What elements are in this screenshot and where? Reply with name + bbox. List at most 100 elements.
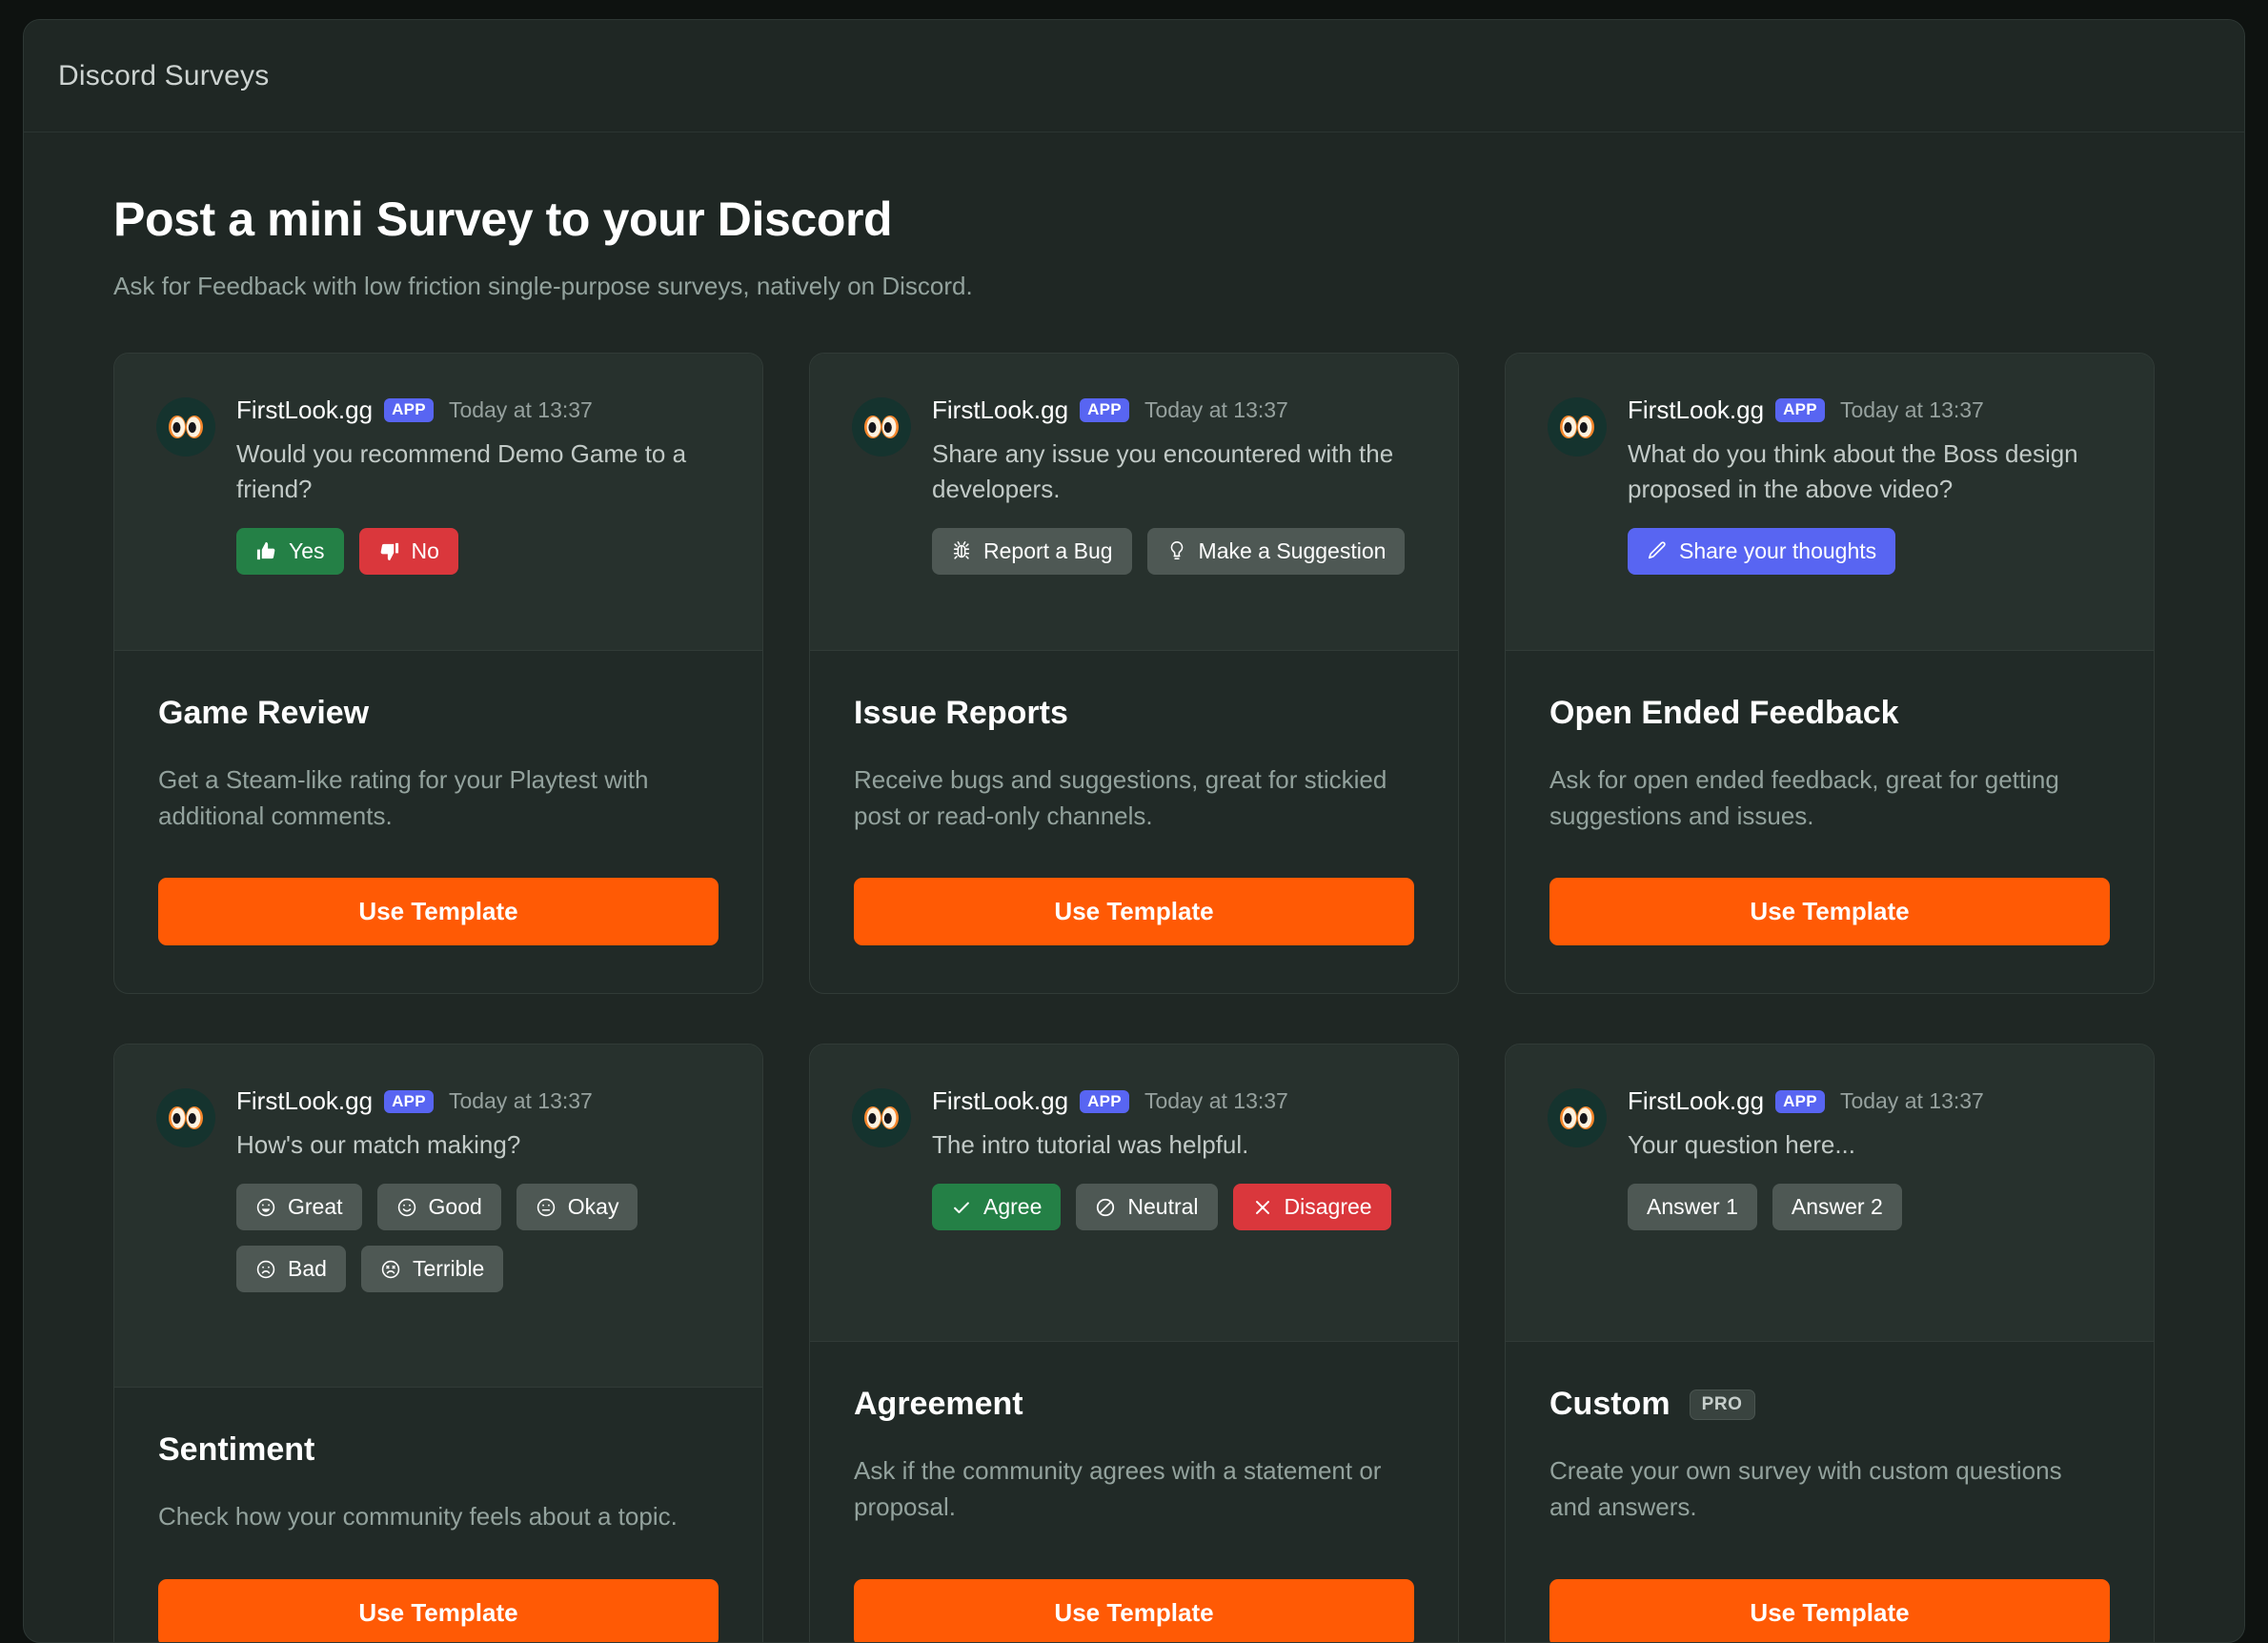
survey-option-make-a-suggestion[interactable]: Make a Suggestion	[1147, 528, 1406, 575]
survey-question: What do you think about the Boss design …	[1628, 436, 2112, 507]
discord-message-preview: FirstLook.ggAPPToday at 13:37 How's our m…	[114, 1045, 762, 1388]
face-dizzy-icon	[380, 1259, 401, 1280]
use-template-button[interactable]: Use Template	[1549, 1579, 2110, 1643]
message-header: FirstLook.ggAPPToday at 13:37	[932, 396, 1416, 425]
card-title-row: Game Review	[158, 695, 719, 732]
survey-option-answer-2[interactable]: Answer 2	[1772, 1184, 1902, 1230]
survey-option-label: Terrible	[413, 1258, 484, 1280]
template-card-game-review: FirstLook.ggAPPToday at 13:37Would you r…	[113, 353, 763, 994]
survey-option-label: Answer 1	[1647, 1196, 1738, 1218]
survey-options: Great Good Okay Bad Terrible	[236, 1184, 720, 1292]
message-header: FirstLook.ggAPPToday at 13:37	[1628, 396, 2112, 425]
card-title: Game Review	[158, 695, 369, 732]
pencil-icon	[1647, 540, 1668, 561]
card-body: Issue ReportsReceive bugs and suggestion…	[810, 651, 1458, 993]
survey-option-neutral[interactable]: Neutral	[1076, 1184, 1217, 1230]
discord-message: FirstLook.ggAPPToday at 13:37The intro t…	[852, 1086, 1416, 1230]
message-timestamp: Today at 13:37	[449, 397, 593, 423]
survey-option-yes[interactable]: Yes	[236, 528, 344, 575]
card-body: Game Review Get a Steam-like rating for y…	[114, 651, 762, 993]
card-body: Open Ended FeedbackAsk for open ended fe…	[1506, 651, 2154, 993]
face-frown-icon	[255, 1259, 276, 1280]
template-card-sentiment: FirstLook.ggAPPToday at 13:37 How's our m…	[113, 1044, 763, 1643]
card-title-row: Issue Reports	[854, 695, 1414, 732]
card-body: SentimentCheck how your community feels …	[114, 1388, 762, 1643]
discord-message-preview: FirstLook.ggAPPToday at 13:37 What do you…	[1506, 354, 2154, 651]
app-badge: APP	[1080, 398, 1129, 422]
template-card-agreement: FirstLook.ggAPPToday at 13:37The intro t…	[809, 1044, 1459, 1643]
app-badge: APP	[384, 1090, 434, 1114]
face-neutral-icon	[536, 1197, 557, 1218]
survey-option-great[interactable]: Great	[236, 1184, 362, 1230]
card-title-row: CustomPRO	[1549, 1386, 2110, 1423]
survey-option-label: Agree	[983, 1196, 1042, 1218]
template-card-grid: FirstLook.ggAPPToday at 13:37Would you r…	[113, 353, 2155, 1643]
message-header: FirstLook.ggAPPToday at 13:37	[236, 1086, 720, 1116]
circle-slash-icon	[1095, 1197, 1116, 1218]
card-description: Get a Steam-like rating for your Playtes…	[158, 762, 719, 834]
card-description: Ask if the community agrees with a state…	[854, 1453, 1414, 1525]
survey-question: Would you recommend Demo Game to a frien…	[236, 436, 720, 507]
message-author: FirstLook.gg	[1628, 1086, 1764, 1116]
app-badge: APP	[384, 398, 434, 422]
survey-option-label: Bad	[288, 1258, 327, 1280]
lightbulb-icon	[1166, 540, 1187, 561]
message-header: FirstLook.ggAPPToday at 13:37	[236, 396, 720, 425]
use-template-button[interactable]: Use Template	[854, 1579, 1414, 1643]
survey-options: Answer 1 Answer 2	[1628, 1184, 2112, 1230]
survey-option-agree[interactable]: Agree	[932, 1184, 1061, 1230]
face-grin-icon	[255, 1197, 276, 1218]
survey-option-answer-1[interactable]: Answer 1	[1628, 1184, 1757, 1230]
discord-message-preview: FirstLook.ggAPPToday at 13:37Share any i…	[810, 354, 1458, 651]
survey-option-okay[interactable]: Okay	[516, 1184, 638, 1230]
thumbs-up-icon	[255, 540, 277, 562]
survey-option-label: Share your thoughts	[1679, 540, 1876, 562]
avatar	[156, 1088, 215, 1147]
survey-option-label: Make a Suggestion	[1199, 540, 1387, 562]
pro-badge: PRO	[1690, 1389, 1755, 1420]
survey-option-label: Okay	[568, 1196, 619, 1218]
survey-option-bad[interactable]: Bad	[236, 1246, 346, 1292]
bug-icon	[951, 540, 972, 561]
survey-option-label: Answer 2	[1792, 1196, 1883, 1218]
discord-message: FirstLook.ggAPPToday at 13:37 How's our m…	[156, 1086, 720, 1292]
use-template-button[interactable]: Use Template	[1549, 878, 2110, 945]
discord-message: FirstLook.ggAPPToday at 13:37 What do you…	[1548, 396, 2112, 575]
card-description: Check how your community feels about a t…	[158, 1499, 719, 1535]
survey-question: The intro tutorial was helpful.	[932, 1127, 1416, 1163]
card-body: CustomPROCreate your own survey with cus…	[1506, 1342, 2154, 1643]
survey-option-no[interactable]: No	[359, 528, 458, 575]
avatar	[156, 397, 215, 456]
message-author: FirstLook.gg	[932, 396, 1068, 425]
page-title: Post a mini Survey to your Discord	[113, 192, 2155, 247]
survey-option-report-a-bug[interactable]: Report a Bug	[932, 528, 1132, 575]
app-header: Discord Surveys	[24, 20, 2244, 132]
avatar	[1548, 397, 1607, 456]
x-icon	[1252, 1197, 1273, 1218]
survey-option-disagree[interactable]: Disagree	[1233, 1184, 1391, 1230]
use-template-button[interactable]: Use Template	[158, 1579, 719, 1643]
use-template-button[interactable]: Use Template	[158, 878, 719, 945]
survey-option-share-your-thoughts[interactable]: Share your thoughts	[1628, 528, 1895, 575]
avatar	[1548, 1088, 1607, 1147]
check-icon	[951, 1197, 972, 1218]
template-card-open-ended-feedback: FirstLook.ggAPPToday at 13:37 What do you…	[1505, 353, 2155, 994]
message-timestamp: Today at 13:37	[1840, 1088, 1984, 1114]
card-title: Open Ended Feedback	[1549, 695, 1899, 732]
template-card-custom: FirstLook.ggAPPToday at 13:37Your questi…	[1505, 1044, 2155, 1643]
discord-message-preview: FirstLook.ggAPPToday at 13:37Your questi…	[1506, 1045, 2154, 1342]
survey-option-good[interactable]: Good	[377, 1184, 501, 1230]
survey-option-terrible[interactable]: Terrible	[361, 1246, 503, 1292]
survey-option-label: Disagree	[1285, 1196, 1372, 1218]
survey-question: How's our match making?	[236, 1127, 720, 1163]
app-badge: APP	[1080, 1090, 1129, 1114]
message-timestamp: Today at 13:37	[1840, 397, 1984, 423]
thumbs-down-icon	[378, 540, 400, 562]
survey-option-label: No	[412, 540, 439, 562]
message-author: FirstLook.gg	[932, 1086, 1068, 1116]
survey-options: Agree Neutral Disagree	[932, 1184, 1416, 1230]
use-template-button[interactable]: Use Template	[854, 878, 1414, 945]
avatar	[852, 1088, 911, 1147]
page-subtitle: Ask for Feedback with low friction singl…	[113, 272, 2155, 301]
survey-option-label: Good	[429, 1196, 482, 1218]
